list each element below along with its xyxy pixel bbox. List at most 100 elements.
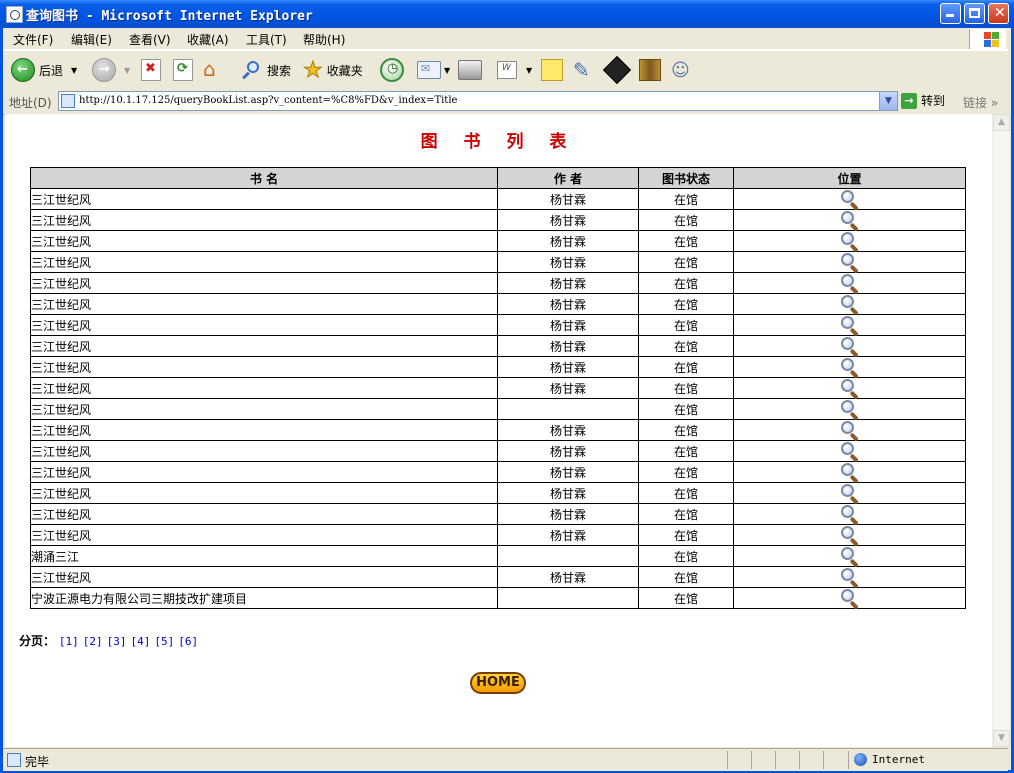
title-bar: 查询图书 - Microsoft Internet Explorer ✕ [0, 0, 1014, 28]
contacts-button[interactable]: ☺ [671, 56, 690, 84]
go-button[interactable]: → 转到 [901, 92, 945, 109]
magnifier-icon[interactable] [840, 504, 860, 526]
edit-page-icon: W [497, 61, 517, 79]
book-title: 三江世纪风 [30, 440, 498, 462]
magnifier-icon[interactable] [840, 483, 860, 505]
magnifier-icon[interactable] [840, 525, 860, 547]
magnifier-icon[interactable] [840, 378, 860, 400]
printer-icon [458, 60, 482, 80]
magnifier-icon[interactable] [840, 441, 860, 463]
magnifier-icon[interactable] [840, 315, 860, 337]
table-row: 三江世纪风 杨甘霖 在馆 [30, 566, 966, 589]
table-row: 三江世纪风 杨甘霖 在馆 [30, 524, 966, 547]
magnifier-icon[interactable] [840, 189, 860, 211]
security-zone: Internet [872, 753, 925, 766]
book-status: 在馆 [638, 230, 734, 252]
page-link-6[interactable]: [6] [178, 635, 198, 648]
location-cell [733, 209, 966, 232]
magnifier-icon[interactable] [840, 588, 860, 610]
book-status: 在馆 [638, 356, 734, 378]
address-dropdown-icon[interactable]: ▼ [879, 92, 897, 110]
magnifier-icon[interactable] [840, 231, 860, 253]
forward-dropdown-icon[interactable]: ▼ [124, 66, 130, 75]
menu-edit[interactable]: 编辑(E) [71, 31, 112, 48]
mail-button[interactable]: ✉ ▼ [417, 56, 450, 84]
edit-dropdown-icon[interactable]: ▼ [526, 66, 532, 75]
favorites-button[interactable]: ★ 收藏夹 [303, 56, 363, 84]
table-row: 三江世纪风 杨甘霖 在馆 [30, 503, 966, 526]
magnifier-icon[interactable] [840, 567, 860, 589]
book-title: 三江世纪风 [30, 272, 498, 294]
magnifier-icon[interactable] [840, 399, 860, 421]
edit-button[interactable]: W ▼ [497, 56, 532, 84]
scroll-up-icon[interactable]: ▲ [993, 114, 1010, 131]
home-toolbar-button[interactable]: ⌂ [203, 56, 225, 84]
book-author: 杨甘霖 [497, 566, 639, 588]
address-url[interactable]: http://10.1.17.125/queryBookList.asp?v_c… [79, 95, 457, 106]
menu-favorites[interactable]: 收藏(A) [187, 31, 229, 48]
page-link-5[interactable]: [5] [154, 635, 174, 648]
magnifier-icon[interactable] [840, 273, 860, 295]
close-button[interactable]: ✕ [988, 3, 1009, 24]
search-button[interactable]: 搜索 [241, 56, 291, 84]
magnifier-icon[interactable] [840, 462, 860, 484]
book-status: 在馆 [638, 377, 734, 399]
page-link-4[interactable]: [4] [130, 635, 150, 648]
table-row: 三江世纪风 杨甘霖 在馆 [30, 230, 966, 253]
book-status: 在馆 [638, 188, 734, 210]
book-author: 杨甘霖 [497, 335, 639, 357]
back-button[interactable]: ← 后退 ▼ [11, 56, 77, 84]
forward-button[interactable]: → ▼ [92, 56, 130, 84]
magnifier-icon[interactable] [840, 210, 860, 232]
book-title: 三江世纪风 [30, 251, 498, 273]
links-label[interactable]: 链接 » [963, 94, 998, 111]
vertical-scrollbar[interactable]: ▲ ▼ [992, 114, 1010, 747]
refresh-button[interactable]: ⟳ [173, 56, 193, 84]
mail-dropdown-icon[interactable]: ▼ [444, 66, 450, 75]
ie-page-icon [6, 6, 23, 23]
column-header-author: 作 者 [497, 167, 639, 189]
print-button[interactable] [458, 56, 482, 84]
book-author: 杨甘霖 [497, 377, 639, 399]
scroll-down-icon[interactable]: ▼ [993, 730, 1010, 747]
home-link-button[interactable]: HOME [470, 672, 526, 694]
magnifier-icon[interactable] [840, 294, 860, 316]
research-button[interactable] [639, 56, 661, 84]
page-link-3[interactable]: [3] [107, 635, 127, 648]
page-link-2[interactable]: [2] [83, 635, 103, 648]
history-button[interactable]: ◷ [380, 56, 404, 84]
messenger-button[interactable]: ✎ [573, 56, 590, 84]
table-row: 三江世纪风 杨甘霖 在馆 [30, 482, 966, 505]
minimize-button[interactable] [940, 3, 961, 24]
magnifier-icon[interactable] [840, 357, 860, 379]
location-cell [733, 335, 966, 358]
menu-file[interactable]: 文件(F) [13, 31, 53, 48]
back-dropdown-icon[interactable]: ▼ [71, 66, 77, 75]
magnifier-icon[interactable] [840, 336, 860, 358]
stop-button[interactable]: ✖ [141, 56, 161, 84]
magnifier-icon[interactable] [840, 252, 860, 274]
book-status: 在馆 [638, 272, 734, 294]
book-title: 三江世纪风 [30, 314, 498, 336]
tool-button[interactable] [602, 55, 632, 85]
book-status: 在馆 [638, 293, 734, 315]
menu-help[interactable]: 帮助(H) [303, 31, 345, 48]
book-title: 三江世纪风 [30, 524, 498, 546]
page-link-1[interactable]: [1] [59, 635, 79, 648]
book-status: 在馆 [638, 482, 734, 504]
maximize-button[interactable] [964, 3, 985, 24]
magnifier-icon[interactable] [840, 420, 860, 442]
book-status: 在馆 [638, 398, 734, 420]
discuss-button[interactable] [541, 56, 563, 84]
address-input[interactable]: http://10.1.17.125/queryBookList.asp?v_c… [58, 91, 898, 111]
page-title: 图 书 列 表 [420, 132, 577, 152]
book-title: 三江世纪风 [30, 377, 498, 399]
book-status: 在馆 [638, 566, 734, 588]
book-author: 杨甘霖 [497, 356, 639, 378]
menu-tools[interactable]: 工具(T) [246, 31, 287, 48]
menu-view[interactable]: 查看(V) [129, 31, 171, 48]
book-author: 杨甘霖 [497, 419, 639, 441]
magnifier-icon[interactable] [840, 546, 860, 568]
location-cell [733, 293, 966, 316]
book-author: 杨甘霖 [497, 272, 639, 294]
